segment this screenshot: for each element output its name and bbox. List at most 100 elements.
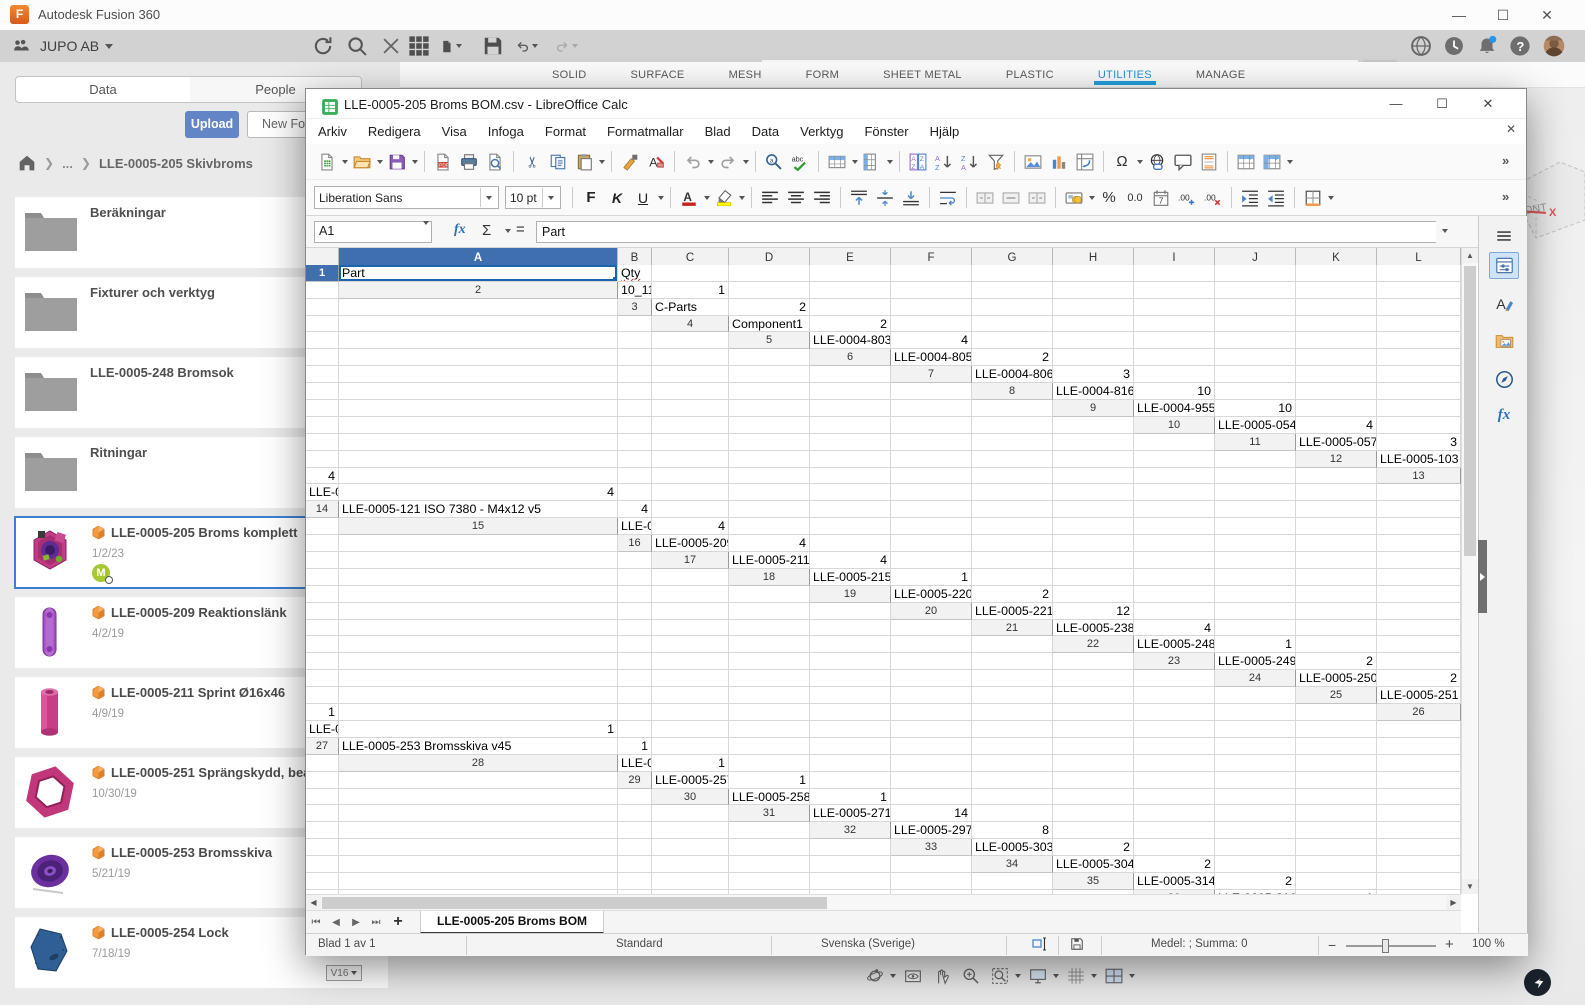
cell-empty[interactable]	[1296, 484, 1377, 502]
dropdown-arrow-icon[interactable]	[1137, 159, 1143, 164]
orbit-button[interactable]	[862, 963, 897, 989]
sidebar-gallery-icon[interactable]	[1489, 328, 1519, 355]
cell-empty[interactable]	[339, 872, 618, 890]
dropdown-arrow-icon[interactable]	[1129, 974, 1135, 978]
insert-row-button[interactable]	[824, 149, 859, 175]
cell-empty[interactable]	[618, 839, 652, 857]
cell-empty[interactable]	[618, 433, 652, 451]
cell-A16[interactable]: LLE-0005-209 Reaktionslänk v10	[652, 535, 729, 553]
cell-A11[interactable]: LLE-0005-057 ISO 4014 - M8x80 v8	[1296, 433, 1377, 451]
cell-empty[interactable]	[1053, 568, 1134, 586]
cell-A7[interactable]: LLE-0004-806 Hexagon nut M8-8 v7	[972, 366, 1053, 384]
dropdown-arrow-icon[interactable]	[342, 159, 348, 164]
cell-B14[interactable]: 4	[618, 501, 652, 519]
cell-empty[interactable]	[1377, 349, 1461, 367]
special-character-button[interactable]: Ω	[1109, 149, 1144, 175]
cell-empty[interactable]	[810, 535, 891, 553]
cell-empty[interactable]	[306, 281, 339, 299]
cell-A9[interactable]: LLE-0004-955 ISO 4017 - M8x20 v10	[1134, 400, 1215, 417]
selection-mode-icon[interactable]	[1032, 937, 1048, 954]
cell-B18[interactable]: 1	[891, 568, 972, 586]
cell-empty[interactable]	[972, 552, 1053, 569]
cell-A2[interactable]: 10_115_6212 v2	[618, 281, 652, 299]
calc-maximize-button[interactable]: ☐	[1422, 89, 1462, 119]
cell-empty[interactable]	[306, 788, 339, 806]
cell-empty[interactable]	[972, 450, 1053, 468]
breadcrumb-ellipsis[interactable]: ...	[62, 156, 73, 171]
menu-fonster[interactable]: Fönster	[864, 124, 908, 139]
cell-empty[interactable]	[306, 400, 339, 417]
cell-empty[interactable]	[618, 636, 652, 654]
cell-empty[interactable]	[306, 822, 339, 840]
ribbon-tab-solid[interactable]: SOLID	[530, 69, 609, 81]
cell-empty[interactable]	[1296, 754, 1377, 772]
cell-empty[interactable]	[1215, 450, 1296, 468]
row-header-34[interactable]: 34	[972, 856, 1053, 873]
cell-empty[interactable]	[1215, 704, 1296, 721]
fit-button[interactable]	[987, 963, 1022, 989]
vertical-scroll-thumb[interactable]	[1464, 266, 1476, 556]
equals-icon[interactable]: =	[516, 221, 525, 238]
cell-empty[interactable]	[891, 400, 972, 417]
cell-empty[interactable]	[652, 484, 729, 502]
cell-empty[interactable]	[1053, 653, 1134, 671]
cell-empty[interactable]	[891, 501, 972, 519]
valign-top-button[interactable]	[846, 185, 872, 211]
cell-empty[interactable]	[1053, 720, 1134, 738]
cell-empty[interactable]	[1296, 383, 1377, 401]
cell-empty[interactable]	[652, 872, 729, 890]
cell-empty[interactable]	[1215, 484, 1296, 502]
dropdown-arrow-icon[interactable]	[377, 159, 383, 164]
menu-redigera[interactable]: Redigera	[368, 124, 421, 139]
merge-cells-button[interactable]	[972, 185, 998, 211]
cell-empty[interactable]	[652, 805, 729, 823]
cell-empty[interactable]	[1134, 754, 1215, 772]
cell-empty[interactable]	[891, 416, 972, 434]
ribbon-tab-utilities[interactable]: UTILITIES	[1076, 69, 1174, 85]
cell-empty[interactable]	[1053, 332, 1134, 350]
cell-B1[interactable]: Qty	[618, 264, 652, 282]
status-language[interactable]: Svenska (Sverige)	[821, 938, 915, 950]
cell-B8[interactable]: 10	[1134, 383, 1215, 401]
cell-B9[interactable]: 10	[1215, 400, 1296, 417]
cell-empty[interactable]	[729, 839, 810, 857]
cell-empty[interactable]	[891, 450, 972, 468]
cell-empty[interactable]	[1377, 754, 1461, 772]
cell-empty[interactable]	[810, 754, 891, 772]
cell-empty[interactable]	[1296, 788, 1377, 806]
dropdown-arrow-icon[interactable]	[599, 159, 605, 164]
first-sheet-icon[interactable]: ⏮	[306, 917, 326, 928]
cell-empty[interactable]	[972, 484, 1053, 502]
cell-B33[interactable]: 2	[1053, 839, 1134, 857]
cell-empty[interactable]	[891, 872, 972, 890]
cell-A34[interactable]: LLE-0005-304 Sprint Ø16x66 v7	[1053, 856, 1134, 873]
cell-empty[interactable]	[618, 822, 652, 840]
chevron-down-icon[interactable]	[480, 188, 494, 207]
calc-close-button[interactable]: ✕	[1468, 89, 1508, 119]
redo-button[interactable]	[556, 36, 578, 56]
cell-empty[interactable]	[1215, 467, 1296, 485]
cell-empty[interactable]	[810, 298, 891, 316]
dropdown-arrow-icon[interactable]	[1091, 974, 1097, 978]
cell-empty[interactable]	[972, 720, 1053, 738]
cell-empty[interactable]	[339, 704, 618, 721]
cell-empty[interactable]	[1215, 315, 1296, 333]
cell-empty[interactable]	[306, 450, 339, 468]
undo-button[interactable]	[680, 149, 715, 175]
cell-empty[interactable]	[1377, 281, 1461, 299]
cell-empty[interactable]	[1053, 450, 1134, 468]
cell-empty[interactable]	[306, 872, 339, 890]
cell-empty[interactable]	[652, 856, 729, 873]
menu-infoga[interactable]: Infoga	[488, 124, 524, 139]
cell-empty[interactable]	[306, 670, 339, 688]
viewports-button[interactable]	[1101, 963, 1136, 989]
cell-empty[interactable]	[306, 568, 339, 586]
copy-button[interactable]	[545, 149, 571, 175]
panel-refresh-button[interactable]	[312, 36, 334, 56]
font-name-select[interactable]: Liberation Sans	[314, 186, 499, 209]
name-box[interactable]: A1	[314, 221, 432, 243]
cell-empty[interactable]	[652, 416, 729, 434]
cell-empty[interactable]	[339, 433, 618, 451]
scroll-right-icon[interactable]: ▶	[1446, 895, 1461, 911]
cell-A4[interactable]: Component1	[729, 315, 810, 333]
